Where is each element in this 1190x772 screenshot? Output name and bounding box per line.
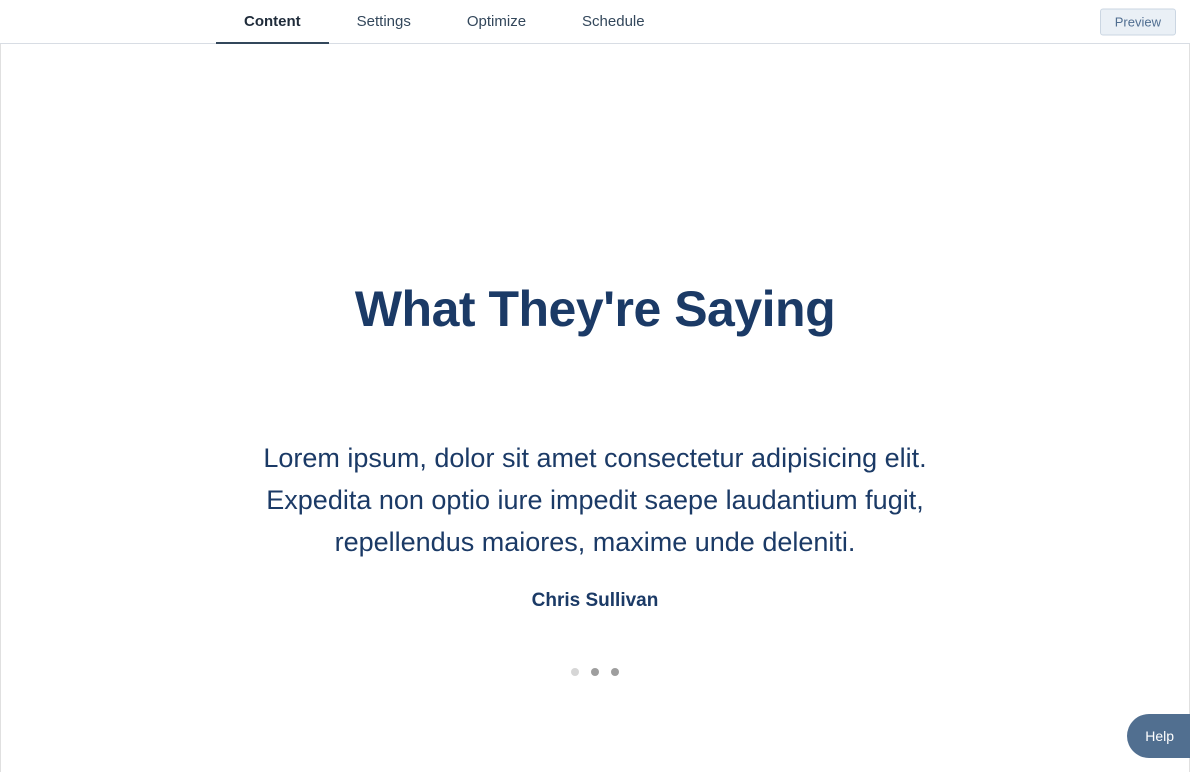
carousel-dot-3[interactable] bbox=[611, 668, 619, 676]
tab-settings[interactable]: Settings bbox=[329, 0, 439, 44]
editor-tabs: Content Settings Optimize Schedule bbox=[216, 0, 673, 44]
testimonial-author: Chris Sullivan bbox=[532, 590, 659, 612]
tab-content[interactable]: Content bbox=[216, 0, 329, 44]
testimonial-section: What They're Saying Lorem ipsum, dolor s… bbox=[1, 44, 1189, 772]
page-canvas: What They're Saying Lorem ipsum, dolor s… bbox=[0, 44, 1190, 772]
tab-schedule[interactable]: Schedule bbox=[554, 0, 673, 44]
carousel-pagination bbox=[571, 668, 619, 676]
carousel-dot-2[interactable] bbox=[591, 668, 599, 676]
tab-optimize[interactable]: Optimize bbox=[439, 0, 554, 44]
editor-top-bar: Content Settings Optimize Schedule Previ… bbox=[0, 0, 1190, 44]
preview-button[interactable]: Preview bbox=[1100, 8, 1176, 35]
testimonial-quote: Lorem ipsum, dolor sit amet consectetur … bbox=[235, 438, 955, 564]
help-button[interactable]: Help bbox=[1127, 714, 1190, 758]
carousel-dot-1[interactable] bbox=[571, 668, 579, 676]
section-heading: What They're Saying bbox=[355, 280, 835, 338]
